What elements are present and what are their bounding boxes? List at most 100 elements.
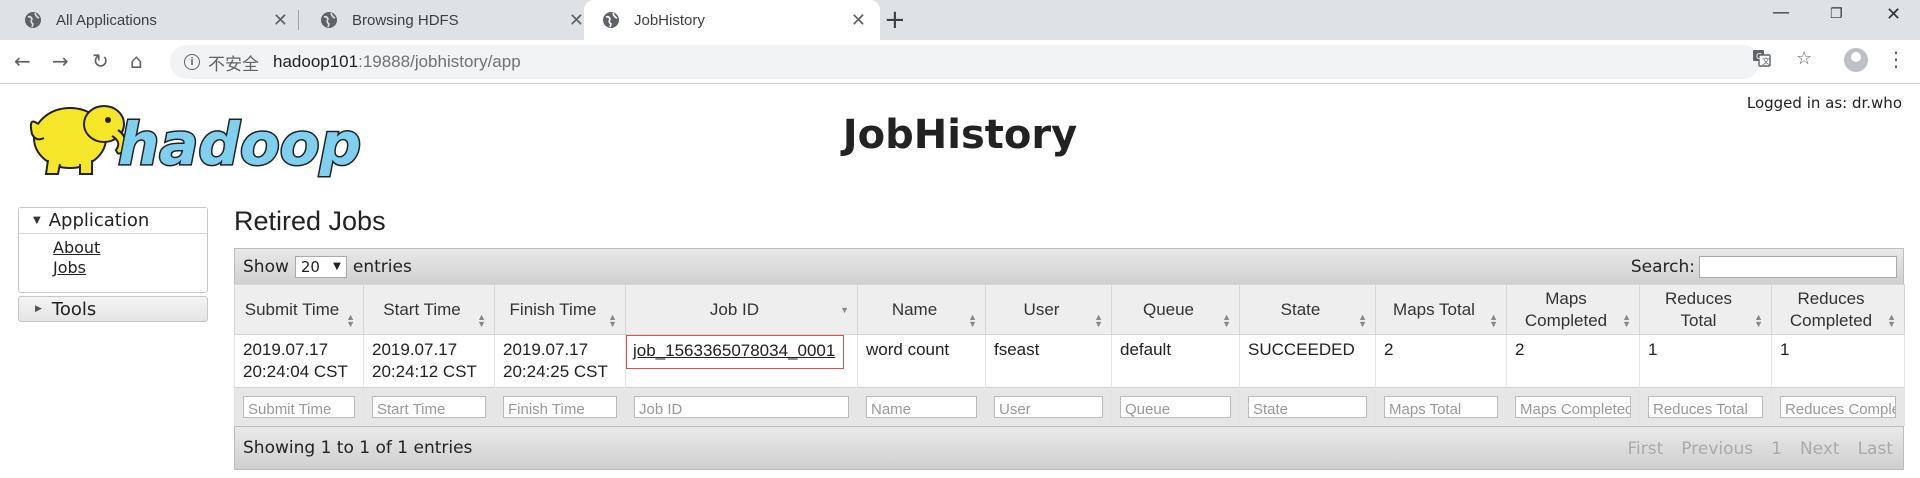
close-icon[interactable]: ✕ xyxy=(851,10,866,30)
col-header-maps-total[interactable]: Maps Total ▲ ▼ xyxy=(1375,284,1507,335)
pager-next-button[interactable]: Next xyxy=(1800,439,1840,459)
cell-state: SUCCEEDED xyxy=(1239,334,1376,388)
back-arrow-icon[interactable]: ← xyxy=(14,50,31,72)
close-icon[interactable]: ✕ xyxy=(273,10,288,30)
col-header-state[interactable]: State ▲ ▼ xyxy=(1239,284,1376,335)
tab-browsing-hdfs[interactable]: Browsing HDFS ✕ xyxy=(302,0,598,40)
tab-title: Browsing HDFS xyxy=(352,11,459,29)
close-window-icon[interactable]: ✕ xyxy=(1886,4,1901,25)
retired-jobs-table: Submit Time ▲ ▼ Start Time ▲ ▼ Finish Time ▲ ▼… xyxy=(234,284,1905,426)
col-header-maps-completed[interactable]: Maps Completed ▲ ▼ xyxy=(1506,284,1640,335)
logged-in-user: Logged in as: dr.who xyxy=(1746,94,1902,112)
sort-both-icon: ▲ ▼ xyxy=(1222,312,1231,329)
pager-page-1-button[interactable]: 1 xyxy=(1771,439,1782,459)
sort-both-icon: ▲ ▼ xyxy=(968,312,977,329)
menu-dots-icon[interactable]: ⋮ xyxy=(1886,48,1906,70)
restore-window-icon[interactable]: ❐ xyxy=(1830,6,1843,22)
datatable-toolbar: Show 20 ▼ entries Search: xyxy=(234,248,1904,284)
col-header-queue[interactable]: Queue ▲ ▼ xyxy=(1111,284,1240,335)
address-bar[interactable]: i 不安全 hadoop101:19888/jobhistory/app xyxy=(170,45,1760,79)
filter-name-input[interactable]: Name xyxy=(866,395,977,418)
sort-both-icon: ▲ ▼ xyxy=(1358,312,1367,329)
sort-both-icon: ▲ ▼ xyxy=(1094,312,1103,329)
tab-all-applications[interactable]: All Applications ✕ xyxy=(6,0,302,40)
cell-user: fseast xyxy=(985,334,1112,388)
col-header-job-id[interactable]: Job ID ▼ xyxy=(625,284,858,335)
search-group: Search: xyxy=(1631,256,1897,278)
sort-both-icon: ▲ ▼ xyxy=(1489,312,1498,329)
sort-both-icon: ▲ ▼ xyxy=(1622,312,1631,329)
info-icon[interactable]: i xyxy=(184,54,200,70)
translate-icon[interactable]: G文 xyxy=(1752,48,1772,73)
filter-finish-time-input[interactable]: Finish Time xyxy=(503,395,617,418)
table-header-row: Submit Time ▲ ▼ Start Time ▲ ▼ Finish Time ▲ ▼… xyxy=(234,284,1905,335)
filter-maps-completed-input[interactable]: Maps Completed xyxy=(1515,395,1631,418)
triangle-right-icon: ▶ xyxy=(35,304,42,314)
forward-arrow-icon[interactable]: → xyxy=(52,50,69,72)
tab-jobhistory[interactable]: JobHistory ✕ xyxy=(584,0,880,40)
nav-link-jobs[interactable]: Jobs xyxy=(53,258,207,278)
datatable-footer: Showing 1 to 1 of 1 entries First Previo… xyxy=(234,426,1904,470)
dropdown-caret-icon: ▼ xyxy=(333,261,341,272)
sort-both-icon: ▲ ▼ xyxy=(608,312,617,329)
globe-icon xyxy=(603,12,619,28)
filter-reduces-completed-input[interactable]: Reduces Completed xyxy=(1780,395,1896,418)
nav-application-panel: ▼ Application About Jobs xyxy=(18,207,208,293)
cell-maps-total: 2 xyxy=(1375,334,1507,388)
col-header-name[interactable]: Name ▲ ▼ xyxy=(857,284,986,335)
minimize-icon[interactable]: — xyxy=(1772,2,1790,23)
col-header-reduces-completed[interactable]: Reduces Completed ▲ ▼ xyxy=(1771,284,1905,335)
pager-last-button[interactable]: Last xyxy=(1858,439,1893,459)
col-header-finish-time[interactable]: Finish Time ▲ ▼ xyxy=(494,284,626,335)
close-icon[interactable]: ✕ xyxy=(569,10,584,30)
nav-tools-label: Tools xyxy=(51,298,97,320)
url-host: hadoop101 xyxy=(273,52,359,71)
sort-both-icon: ▲ ▼ xyxy=(477,312,486,329)
nav-tools-header[interactable]: ▶ Tools xyxy=(18,296,208,322)
triangle-down-icon: ▼ xyxy=(33,215,41,226)
table-info: Showing 1 to 1 of 1 entries xyxy=(243,438,473,458)
job-id-link[interactable]: job_1563365078034_0001 xyxy=(626,335,845,369)
search-input[interactable] xyxy=(1699,256,1897,278)
browser-toolbar: ← → ↻ ⌂ i 不安全 hadoop101:19888/jobhistory… xyxy=(0,40,1920,84)
new-tab-plus-icon[interactable]: + xyxy=(884,6,906,34)
entries-label: entries xyxy=(352,256,412,277)
filter-maps-total-input[interactable]: Maps Total xyxy=(1384,395,1498,418)
cell-name: word count xyxy=(857,334,986,388)
url-path: :19888/jobhistory/app xyxy=(358,52,521,71)
filter-user-input[interactable]: User xyxy=(994,395,1103,418)
security-label: 不安全 xyxy=(208,54,259,74)
filter-job-id-input[interactable]: Job ID xyxy=(634,395,849,418)
col-header-submit-time[interactable]: Submit Time ▲ ▼ xyxy=(234,284,364,335)
cell-finish-time: 2019.07.17 20:24:25 CST xyxy=(494,334,626,388)
pagination: First Previous 1 Next Last xyxy=(1628,439,1893,459)
sort-both-icon: ▲ ▼ xyxy=(1887,312,1896,329)
sort-desc-icon: ▼ xyxy=(840,305,849,315)
search-label: Search: xyxy=(1630,257,1695,277)
filter-queue-input[interactable]: Queue xyxy=(1120,395,1231,418)
filter-state-input[interactable]: State xyxy=(1248,395,1367,418)
nav-application-header[interactable]: ▼ Application xyxy=(19,208,207,234)
pager-previous-button[interactable]: Previous xyxy=(1681,439,1753,459)
section-title: Retired Jobs xyxy=(234,206,386,236)
bookmark-star-icon[interactable]: ☆ xyxy=(1796,48,1812,69)
filter-submit-time-input[interactable]: Submit Time xyxy=(243,395,355,418)
col-header-start-time[interactable]: Start Time ▲ ▼ xyxy=(363,284,495,335)
profile-avatar-icon[interactable] xyxy=(1844,48,1868,72)
home-icon[interactable]: ⌂ xyxy=(130,50,143,72)
filter-reduces-total-input[interactable]: Reduces Total xyxy=(1648,395,1763,418)
page-title: JobHistory xyxy=(842,112,1078,158)
tab-separator xyxy=(298,10,299,30)
cell-start-time: 2019.07.17 20:24:12 CST xyxy=(363,334,495,388)
sort-both-icon: ▲ ▼ xyxy=(1754,312,1763,329)
col-header-user[interactable]: User ▲ ▼ xyxy=(985,284,1112,335)
globe-icon xyxy=(25,12,41,28)
reload-icon[interactable]: ↻ xyxy=(92,50,109,72)
filter-start-time-input[interactable]: Start Time xyxy=(372,395,486,418)
pager-first-button[interactable]: First xyxy=(1628,439,1664,459)
page-length-select[interactable]: 20 ▼ xyxy=(294,255,347,278)
nav-link-about[interactable]: About xyxy=(53,238,207,258)
table-row: 2019.07.17 20:24:04 CST 2019.07.17 20:24… xyxy=(234,334,1905,388)
col-header-reduces-total[interactable]: Reduces Total ▲ ▼ xyxy=(1639,284,1772,335)
cell-reduces-completed: 1 xyxy=(1771,334,1905,388)
